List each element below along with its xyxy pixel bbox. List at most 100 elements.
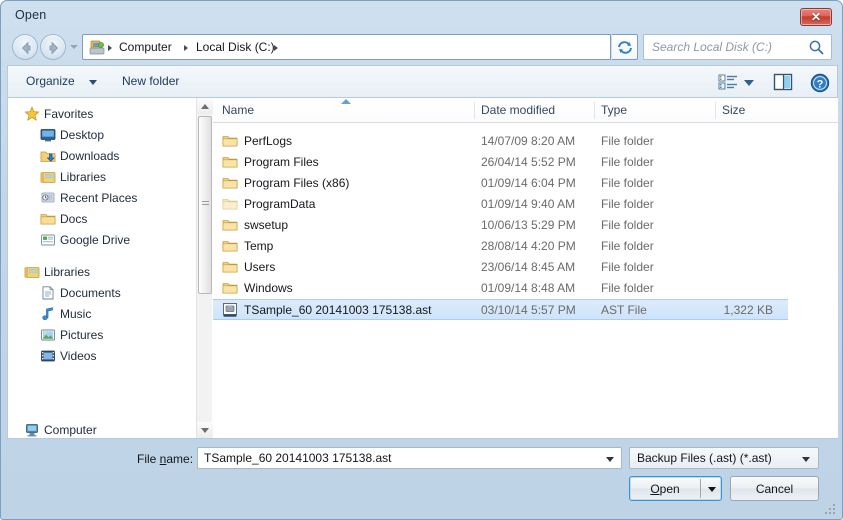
- scrollbar-thumb[interactable]: [198, 116, 212, 294]
- navigation-bar: Computer Local Disk (C:) Search Local Di…: [1, 30, 842, 65]
- sidebar-item-label: Music: [60, 307, 92, 321]
- history-dropdown-icon[interactable]: [70, 45, 78, 49]
- sidebar-item-libraries[interactable]: Libraries: [8, 167, 198, 187]
- sidebar-item-docs[interactable]: Docs: [8, 209, 198, 229]
- documents-icon: [42, 285, 54, 300]
- computer-icon: [89, 40, 105, 55]
- chevron-down-icon[interactable]: [744, 80, 754, 86]
- table-row[interactable]: Temp 28/08/14 4:20 PM File folder: [213, 236, 838, 257]
- refresh-button[interactable]: [612, 34, 638, 60]
- table-row[interactable]: PerfLogs 14/07/09 8:20 AM File folder: [213, 131, 838, 152]
- close-button[interactable]: ✕: [800, 8, 832, 26]
- title-bar: Open ✕: [1, 1, 842, 30]
- resize-grip-icon[interactable]: [825, 504, 837, 516]
- chevron-down-icon: [802, 457, 810, 462]
- file-name-label: File name:: [137, 452, 193, 466]
- close-icon: ✕: [810, 10, 822, 24]
- column-header-type[interactable]: Type: [601, 103, 627, 117]
- sidebar-item-label: Google Drive: [60, 233, 131, 247]
- back-button[interactable]: [12, 34, 38, 60]
- scroll-up-icon[interactable]: [197, 98, 213, 114]
- breadcrumb-separator: [274, 45, 278, 51]
- breadcrumb-separator: [108, 45, 112, 51]
- column-header-name[interactable]: Name: [222, 103, 254, 117]
- breadcrumb-computer[interactable]: Computer: [119, 40, 172, 54]
- file-type: File folder: [601, 176, 654, 190]
- view-list-icon[interactable]: [718, 74, 738, 92]
- forward-button[interactable]: [40, 34, 66, 60]
- table-row[interactable]: ProgramData 01/09/14 9:40 AM File folder: [213, 194, 838, 215]
- sidebar-item-google-drive[interactable]: Google Drive: [8, 230, 198, 250]
- music-icon: [42, 307, 53, 321]
- sidebar-group-favorites[interactable]: Favorites: [8, 104, 198, 124]
- sidebar-item-desktop[interactable]: Desktop: [8, 125, 198, 145]
- file-list: Name Date modified Type Size PerfLogs 14…: [213, 98, 838, 438]
- sidebar-group-computer[interactable]: Computer: [8, 420, 198, 438]
- file-name-input[interactable]: TSample_60 20141003 175138.ast: [197, 447, 622, 469]
- file-size: 1,322 KB: [723, 303, 773, 317]
- sidebar-item-videos[interactable]: Videos: [8, 346, 198, 366]
- table-row[interactable]: Program Files 26/04/14 5:52 PM File fold…: [213, 152, 838, 173]
- sidebar-item-downloads[interactable]: Downloads: [8, 146, 198, 166]
- file-type-filter-dropdown[interactable]: Backup Files (.ast) (*.ast): [629, 447, 819, 469]
- sidebar-item-music[interactable]: Music: [8, 304, 198, 324]
- recent-places-icon: [41, 192, 55, 203]
- column-header-size[interactable]: Size: [722, 103, 745, 117]
- file-date: 14/07/09 8:20 AM: [481, 134, 576, 148]
- address-bar[interactable]: Computer Local Disk (C:): [82, 34, 676, 60]
- file-date: 01/09/14 6:04 PM: [481, 176, 576, 190]
- help-icon[interactable]: ?: [810, 73, 830, 93]
- sidebar-item-label: Desktop: [60, 128, 105, 142]
- column-header-date[interactable]: Date modified: [481, 103, 555, 117]
- refresh-icon: [618, 41, 632, 54]
- svg-text:?: ?: [817, 78, 824, 90]
- search-icon[interactable]: [808, 39, 825, 56]
- preview-pane-icon[interactable]: [773, 73, 793, 92]
- videos-icon: [41, 350, 55, 362]
- file-name-label-suffix: ame:: [166, 452, 194, 466]
- column-divider[interactable]: [715, 102, 716, 119]
- chevron-down-icon[interactable]: [708, 487, 716, 492]
- sidebar-item-label: Downloads: [60, 149, 120, 163]
- sidebar-group-libraries[interactable]: Libraries: [8, 262, 198, 282]
- chevron-down-icon[interactable]: [606, 457, 614, 462]
- table-row[interactable]: Program Files (x86) 01/09/14 6:04 PM Fil…: [213, 173, 838, 194]
- table-row-selected[interactable]: TSample_60 20141003 175138.ast 03/10/14 …: [213, 299, 788, 320]
- file-name-value: TSample_60 20141003 175138.ast: [204, 451, 392, 465]
- search-input[interactable]: Search Local Disk (C:): [643, 34, 832, 60]
- sidebar-scrollbar[interactable]: [196, 98, 213, 438]
- sidebar-item-pictures[interactable]: Pictures: [8, 325, 198, 345]
- folder-faded-icon: [222, 199, 238, 210]
- file-date: 01/09/14 9:40 AM: [481, 197, 576, 211]
- cancel-button[interactable]: Cancel: [730, 476, 819, 501]
- sidebar-group-label: Libraries: [44, 265, 91, 279]
- column-divider[interactable]: [594, 102, 595, 119]
- file-type: File folder: [601, 197, 654, 211]
- chevron-down-icon[interactable]: [89, 80, 97, 85]
- column-divider[interactable]: [474, 102, 475, 119]
- table-row[interactable]: Users 23/06/14 8:45 AM File folder: [213, 257, 838, 278]
- file-type: AST File: [601, 303, 647, 317]
- file-type-filter-value: Backup Files (.ast) (*.ast): [637, 451, 772, 465]
- file-name: PerfLogs: [244, 134, 293, 148]
- sidebar-item-documents[interactable]: Documents: [8, 283, 198, 303]
- table-row[interactable]: swsetup 10/06/13 5:29 PM File folder: [213, 215, 838, 236]
- search-placeholder: Search Local Disk (C:): [652, 40, 773, 54]
- sidebar-item-recent-places[interactable]: Recent Places: [8, 188, 198, 208]
- file-date: 28/08/14 4:20 PM: [481, 239, 576, 253]
- file-name-label-prefix: File: [137, 452, 160, 466]
- forward-arrow-icon: [49, 41, 59, 55]
- sidebar-item-label: Videos: [60, 349, 97, 363]
- table-row[interactable]: Windows 01/09/14 8:48 AM File folder: [213, 278, 838, 299]
- new-folder-button[interactable]: New folder: [122, 74, 179, 88]
- command-bar: Organize New folder ?: [7, 65, 838, 98]
- open-label-accel: O: [650, 482, 660, 496]
- file-name: swsetup: [244, 218, 289, 232]
- breadcrumb-local-disk[interactable]: Local Disk (C:): [196, 40, 275, 54]
- folder-icon: [222, 178, 238, 189]
- cancel-button-label: Cancel: [755, 482, 794, 496]
- ast-file-icon: [223, 303, 237, 317]
- organize-button[interactable]: Organize: [26, 74, 75, 88]
- scroll-down-icon[interactable]: [197, 422, 213, 438]
- open-button[interactable]: Open: [629, 476, 722, 501]
